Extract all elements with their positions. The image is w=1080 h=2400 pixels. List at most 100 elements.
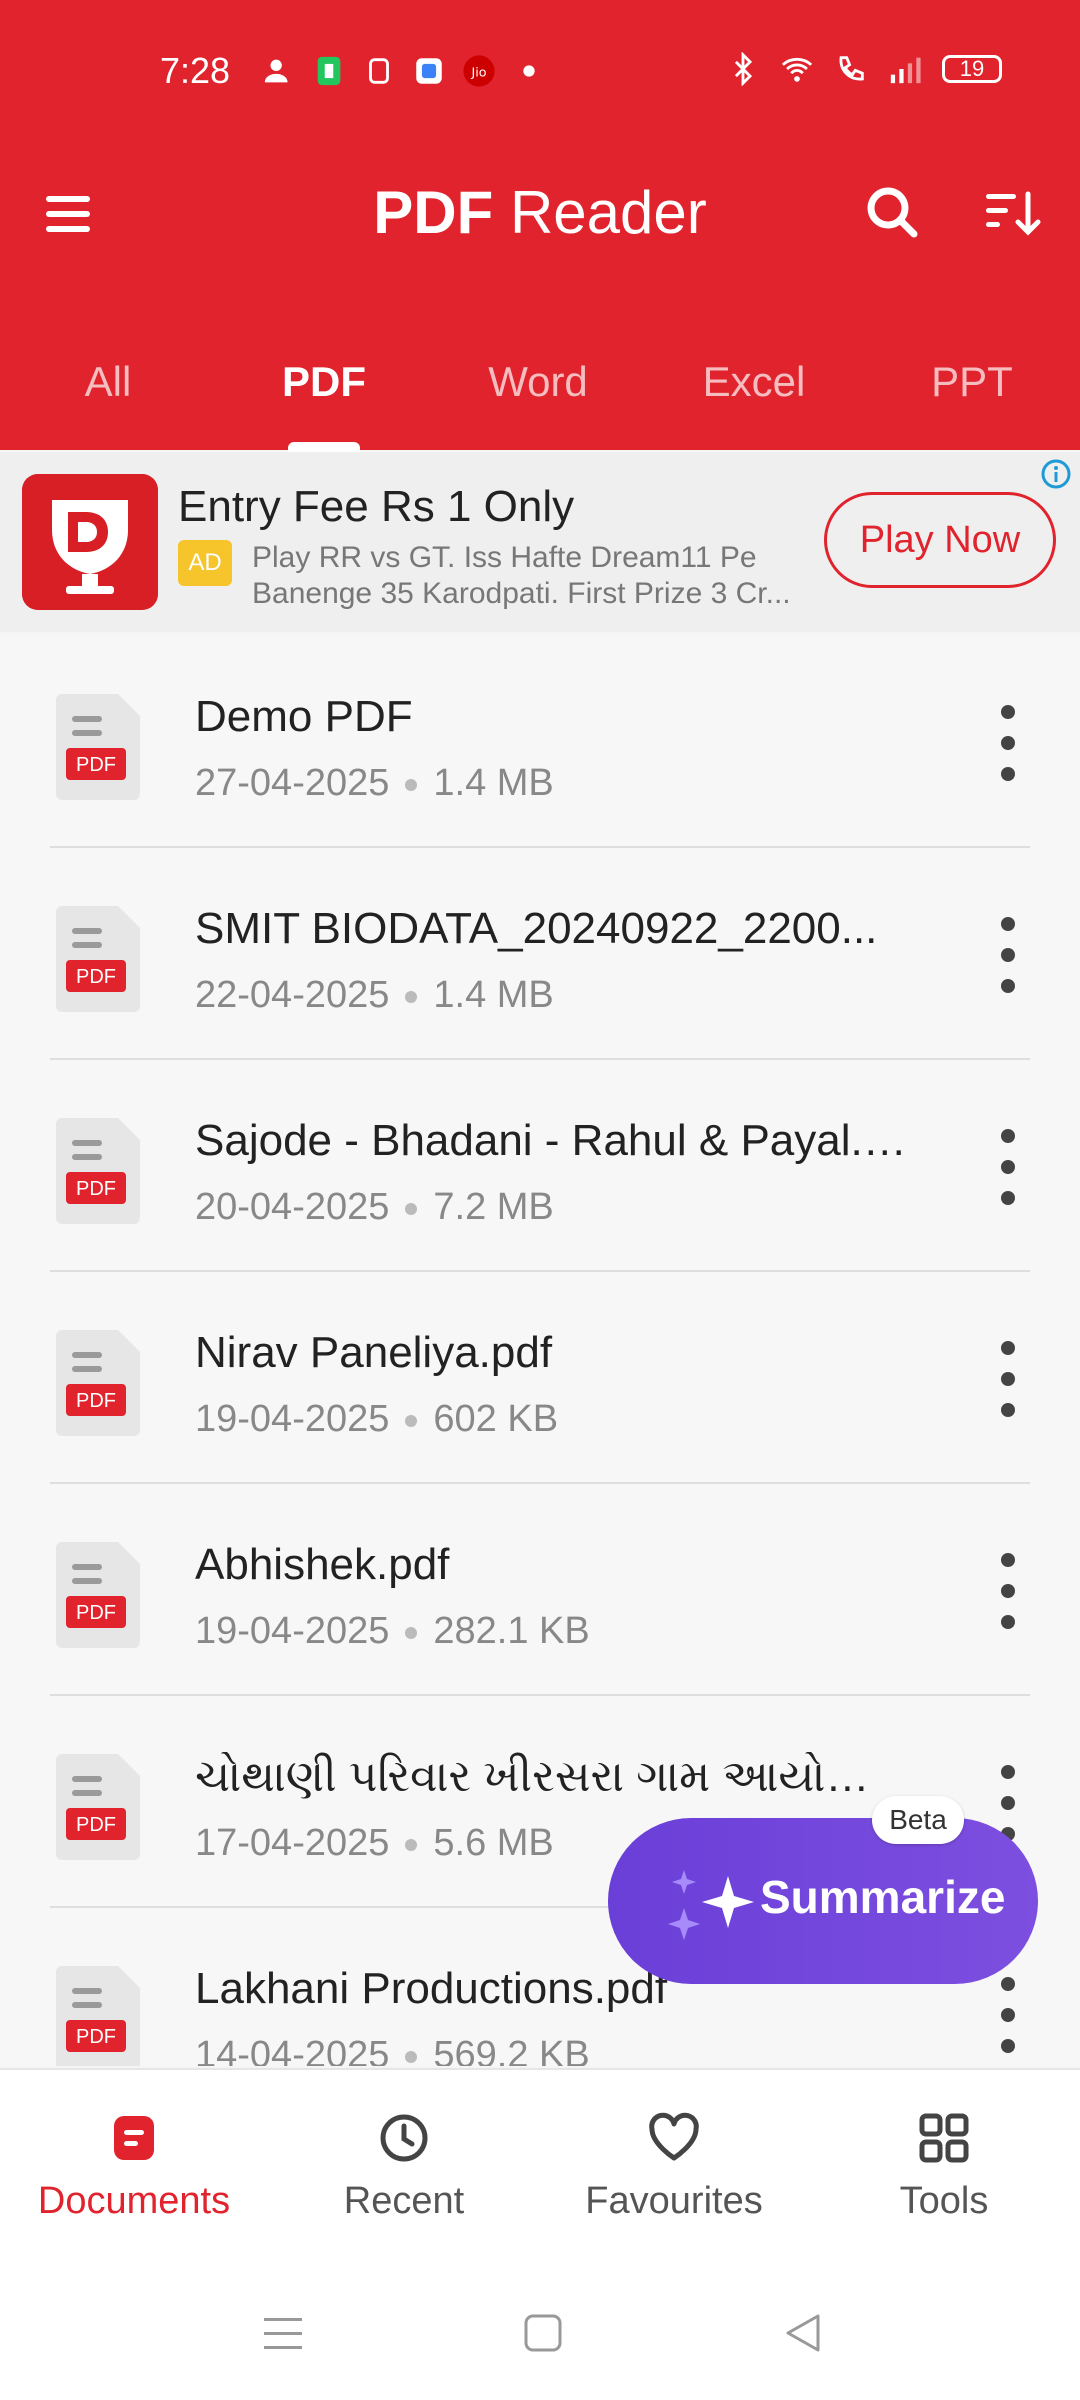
file-type-label: PDF [76, 754, 116, 776]
tab-bar: All PDF Word Excel PPT [0, 340, 1080, 450]
system-navigation-bar [0, 2268, 1080, 2400]
nav-favourites[interactable]: Favourites [564, 2110, 784, 2223]
more-notifications-icon [523, 65, 535, 77]
signal-icon [890, 57, 921, 84]
document-icon [114, 2116, 154, 2160]
file-name: SMIT BIODATA_20240922_2200... [195, 904, 878, 953]
file-date: 22-04-2025 [195, 974, 390, 1016]
battery-level: 19 [959, 56, 985, 81]
summarize-button[interactable]: Summarize [608, 1818, 1038, 1984]
bottom-navigation: Documents Recent Favourites Tools [0, 2068, 1080, 2270]
file-type-label: PDF [76, 966, 116, 988]
file-row[interactable]: PDF Nirav Paneliya.pdf 19-04-2025 602 KB [0, 1272, 1080, 1484]
nav-tools[interactable]: Tools [834, 2110, 1054, 2223]
file-row[interactable]: PDF Abhishek.pdf 19-04-2025 282.1 KB [0, 1484, 1080, 1696]
tab-all[interactable]: All [8, 358, 208, 406]
pdf-file-icon: PDF [56, 1542, 140, 1648]
pdf-file-icon: PDF [56, 1330, 140, 1436]
file-row[interactable]: PDF Sajode - Bhadani - Rahul & Payal.… 20-… [0, 1060, 1080, 1272]
summarize-label: Summarize [760, 1871, 1006, 1923]
beta-badge: Beta [872, 1796, 964, 1844]
separator-dot [405, 2050, 418, 2063]
tab-ppt[interactable]: PPT [872, 358, 1072, 406]
clock-icon [380, 2114, 428, 2162]
file-meta: 17-04-2025 5.6 MB [195, 1822, 554, 1865]
separator-dot [405, 990, 418, 1003]
home-icon[interactable] [522, 2312, 564, 2354]
file-meta: 19-04-2025 282.1 KB [195, 1610, 590, 1653]
play-now-button[interactable]: Play Now [824, 492, 1056, 588]
more-options-icon[interactable] [994, 1548, 1022, 1634]
file-date: 20-04-2025 [195, 1186, 390, 1228]
more-options-icon[interactable] [994, 1336, 1022, 1422]
nav-tools-label: Tools [899, 2180, 989, 2222]
nav-documents-label: Documents [37, 2180, 231, 2222]
nav-documents[interactable]: Documents [24, 2110, 244, 2223]
pdf-file-icon: PDF [56, 1118, 140, 1224]
file-size: 7.2 MB [433, 1186, 554, 1228]
file-size: 1.4 MB [433, 762, 554, 804]
file-size: 282.1 KB [433, 1610, 590, 1652]
ad-description: Play RR vs GT. Iss Hafte Dream11 Pe Bane… [252, 541, 791, 610]
more-options-icon[interactable] [994, 700, 1022, 786]
status-bar: 7:28 Jio 19 [0, 0, 1080, 140]
file-meta: 27-04-2025 1.4 MB [195, 762, 554, 805]
file-type-label: PDF [76, 2026, 116, 2048]
ad-badge: AD [178, 540, 232, 586]
sort-icon[interactable] [982, 184, 1042, 244]
separator-dot [405, 1202, 418, 1215]
nav-recent-label: Recent [343, 2180, 465, 2222]
jio-icon: Jio [463, 55, 495, 87]
title-part-1: PDF [373, 179, 494, 246]
sparkle-icon [668, 1870, 754, 1940]
file-meta: 14-04-2025 569.2 KB [195, 2034, 590, 2066]
files-app-icon [416, 58, 442, 84]
pdf-file-icon: PDF [56, 906, 140, 1012]
file-meta: 19-04-2025 602 KB [195, 1398, 558, 1441]
tab-pdf[interactable]: PDF [224, 358, 424, 406]
nav-recent[interactable]: Recent [294, 2110, 514, 2223]
pdf-file-icon: PDF [56, 1754, 140, 1860]
file-row[interactable]: PDF SMIT BIODATA_20240922_2200... 22-04-20… [0, 848, 1080, 1060]
tab-word[interactable]: Word [438, 358, 638, 406]
tab-indicator [288, 442, 360, 452]
ad-info-icon[interactable] [1040, 458, 1072, 490]
recents-icon[interactable] [262, 2312, 304, 2354]
heart-icon [649, 2112, 699, 2161]
file-name: Sajode - Bhadani - Rahul & Payal.… [195, 1116, 907, 1165]
battery-saver-icon [317, 56, 341, 86]
status-system-icons: 19 [726, 52, 1002, 86]
file-date: 19-04-2025 [195, 1610, 390, 1652]
dream11-logo-icon [22, 474, 158, 610]
more-options-icon[interactable] [994, 912, 1022, 998]
tab-excel[interactable]: Excel [654, 358, 854, 406]
file-meta: 22-04-2025 1.4 MB [195, 974, 554, 1017]
file-name: Nirav Paneliya.pdf [195, 1328, 553, 1377]
status-time: 7:28 [160, 50, 231, 91]
status-notification-icons: Jio [262, 54, 546, 88]
separator-dot [405, 1414, 418, 1427]
more-options-icon[interactable] [994, 1972, 1022, 2058]
pdf-file-icon: PDF [56, 1966, 140, 2066]
ad-title: Entry Fee Rs 1 Only [178, 482, 575, 531]
back-icon[interactable] [782, 2312, 824, 2354]
svg-text:Jio: Jio [470, 66, 486, 81]
more-options-icon[interactable] [994, 1124, 1022, 1210]
file-name: ચોથાણી પરિવાર ખીરસરા ગામ આયોજિત ... [195, 1752, 915, 1801]
volte-call-icon [839, 56, 864, 81]
grid-icon [919, 2113, 969, 2163]
file-size: 1.4 MB [433, 974, 554, 1016]
search-icon[interactable] [862, 182, 922, 242]
file-type-label: PDF [76, 1178, 116, 1200]
file-name: Demo PDF [195, 692, 413, 741]
battery-icon: 19 [942, 55, 1002, 83]
separator-dot [405, 1626, 418, 1639]
app-icon [369, 58, 389, 84]
file-type-label: PDF [76, 1814, 116, 1836]
file-row[interactable]: PDF Demo PDF 27-04-2025 1.4 MB [0, 636, 1080, 848]
pdf-file-icon: PDF [56, 694, 140, 800]
file-meta: 20-04-2025 7.2 MB [195, 1186, 554, 1229]
separator-dot [405, 778, 418, 791]
ad-banner[interactable]: Entry Fee Rs 1 Only AD Play RR vs GT. Is… [0, 452, 1080, 632]
file-date: 17-04-2025 [195, 1822, 390, 1864]
